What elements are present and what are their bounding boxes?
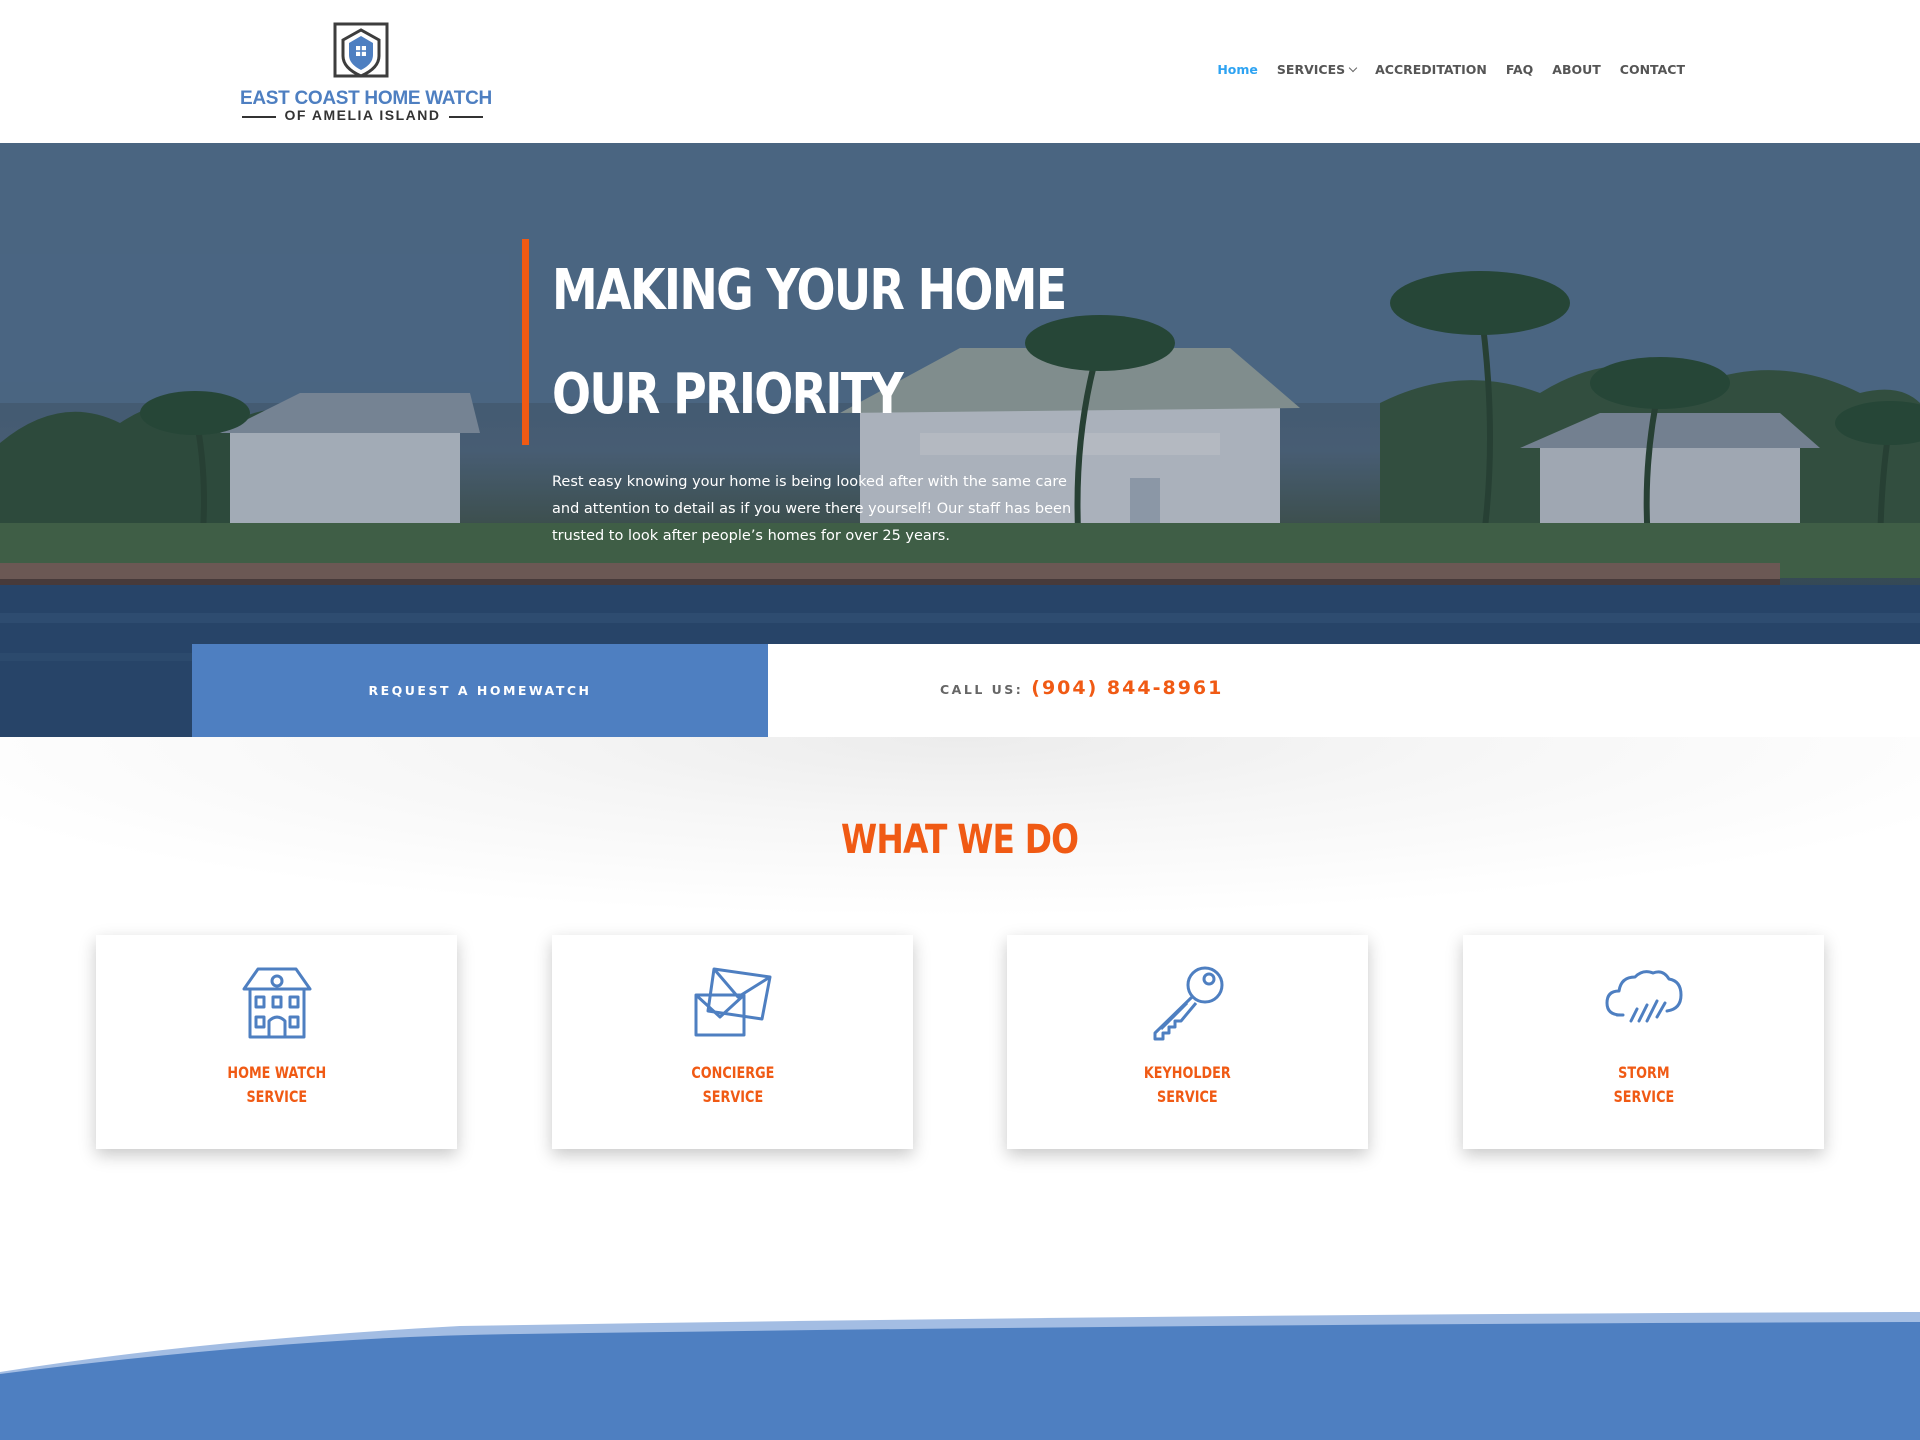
service-card-line1: KEYHOLDER	[1144, 1063, 1231, 1082]
section-title: WHAT WE DO	[0, 817, 1920, 863]
hero-title-line2: OUR PRIORITY	[552, 362, 904, 427]
service-card-line2: SERVICE	[1613, 1087, 1674, 1106]
site-header: EAST COAST HOME WATCH OF AMELIA ISLAND H…	[0, 0, 1920, 143]
hero-title: MAKING YOUR HOME OUR PRIORITY	[552, 239, 1126, 447]
call-us-label: CALL US:	[940, 682, 1024, 697]
service-card-home-watch[interactable]: HOME WATCH SERVICE	[96, 935, 457, 1149]
nav-about-label: ABOUT	[1552, 62, 1601, 77]
chevron-down-icon	[1348, 63, 1358, 72]
service-card-concierge[interactable]: CONCIERGE SERVICE	[552, 935, 913, 1149]
main-nav: Home SERVICES ACCREDITATION FAQ ABOUT CO…	[1217, 62, 1685, 77]
nav-home-label: Home	[1217, 62, 1258, 77]
nav-accreditation-label: ACCREDITATION	[1375, 62, 1487, 77]
service-card-line2: SERVICE	[702, 1087, 763, 1106]
nav-about[interactable]: ABOUT	[1552, 62, 1601, 77]
nav-services-label: SERVICES	[1276, 62, 1346, 77]
envelope-icon	[694, 967, 772, 1037]
service-card-line1: STORM	[1617, 1063, 1670, 1082]
footer-wave-divider	[0, 1312, 1920, 1440]
section-title-text: WHAT WE DO	[841, 817, 1079, 863]
phone-link[interactable]: (904) 844-8961	[1031, 677, 1223, 699]
service-card-line2: SERVICE	[1157, 1087, 1218, 1106]
house-icon	[242, 967, 312, 1039]
service-card-label: CONCIERGE SERVICE	[552, 1061, 913, 1109]
request-homewatch-label: REQUEST A HOMEWATCH	[368, 683, 592, 698]
logo-rule-right	[449, 116, 483, 118]
service-card-line1: HOME WATCH	[227, 1063, 326, 1082]
nav-faq[interactable]: FAQ	[1506, 62, 1533, 77]
request-homewatch-button[interactable]: REQUEST A HOMEWATCH	[192, 644, 768, 737]
service-card-storm[interactable]: STORM SERVICE	[1463, 935, 1824, 1149]
call-us-line: CALL US: (904) 844-8961	[940, 677, 1223, 699]
service-card-line1: CONCIERGE	[691, 1063, 774, 1082]
key-icon	[1153, 966, 1224, 1041]
service-card-label: STORM SERVICE	[1463, 1061, 1824, 1109]
nav-services[interactable]: SERVICES	[1276, 62, 1358, 77]
service-card-label: HOME WATCH SERVICE	[96, 1061, 457, 1109]
call-us-panel: CALL US: (904) 844-8961	[768, 644, 1920, 737]
nav-contact-label: CONTACT	[1619, 62, 1685, 77]
nav-home[interactable]: Home	[1217, 62, 1258, 77]
nav-contact[interactable]: CONTACT	[1620, 62, 1685, 77]
storm-cloud-icon	[1605, 970, 1683, 1023]
service-card-keyholder[interactable]: KEYHOLDER SERVICE	[1007, 935, 1368, 1149]
service-card-line2: SERVICE	[246, 1087, 307, 1106]
nav-faq-label: FAQ	[1505, 62, 1534, 77]
hero-accent-bar	[522, 239, 529, 445]
site-logo[interactable]: EAST COAST HOME WATCH OF AMELIA ISLAND	[240, 20, 492, 125]
logo-subtitle: OF AMELIA ISLAND	[284, 107, 441, 123]
nav-accreditation[interactable]: ACCREDITATION	[1375, 62, 1487, 77]
hero-description: Rest easy knowing your home is being loo…	[552, 474, 1072, 544]
service-card-label: KEYHOLDER SERVICE	[1007, 1061, 1368, 1109]
hero-title-line1: MAKING YOUR HOME	[552, 258, 1067, 323]
house-shield-icon	[333, 22, 389, 78]
